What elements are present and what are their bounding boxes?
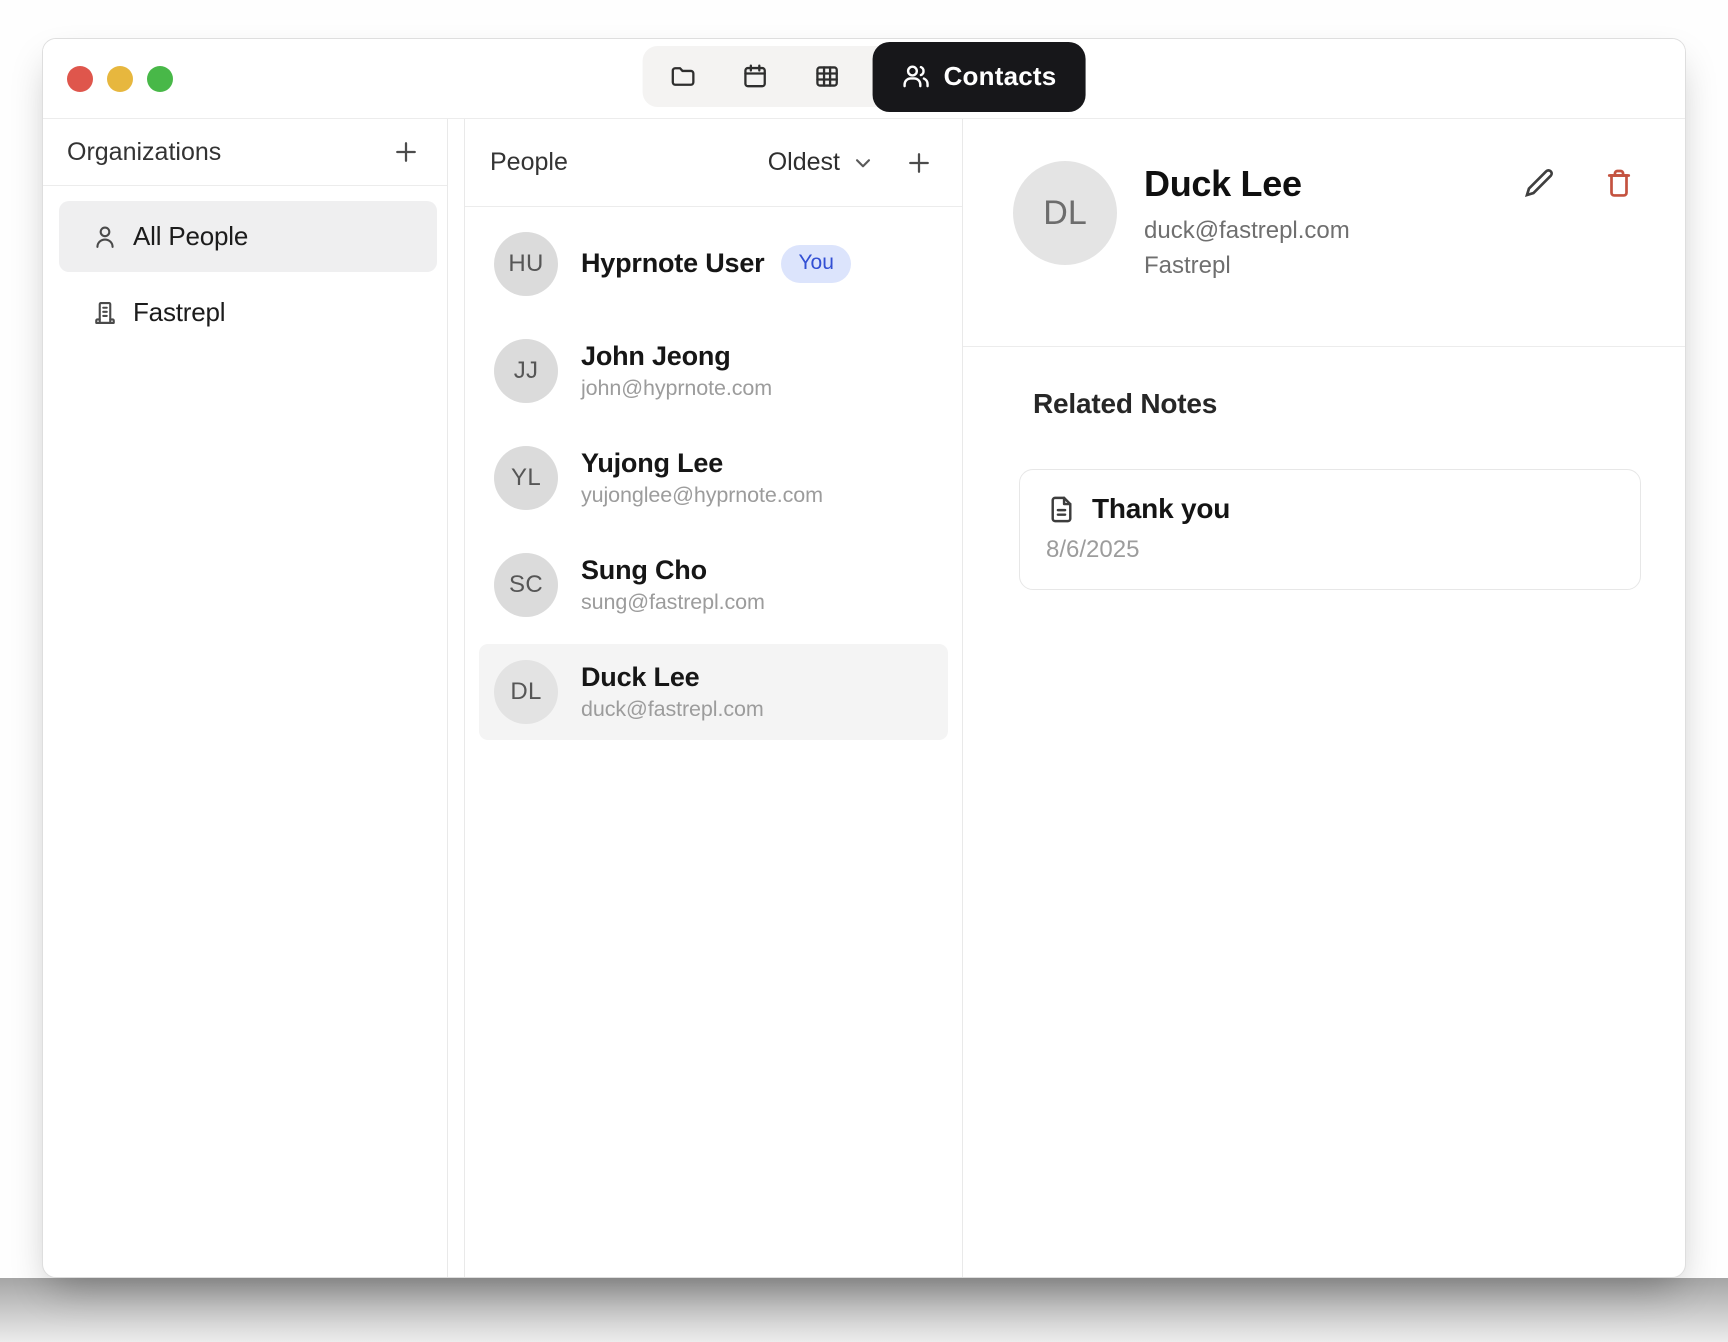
related-notes-title: Related Notes [1033, 388, 1633, 420]
tab-table[interactable] [791, 46, 863, 107]
delete-contact-button[interactable] [1601, 165, 1637, 201]
contact-email: duck@fastrepl.com [1144, 217, 1350, 245]
pencil-icon [1521, 165, 1557, 201]
view-switcher: Contacts [643, 46, 1086, 107]
person-email: yujonglee@hyprnote.com [581, 483, 823, 508]
sidebar-item-fastrepl[interactable]: Fastrepl [59, 277, 437, 348]
person-row-hyprnote-user[interactable]: HU Hyprnote User You [479, 216, 948, 312]
avatar: YL [494, 446, 558, 510]
tab-contacts-label: Contacts [944, 61, 1057, 92]
contact-detail-header: DL Duck Lee duck@fastrepl.com Fastrepl [963, 119, 1685, 347]
calendar-icon [740, 62, 769, 91]
note-card[interactable]: Thank you 8/6/2025 [1019, 469, 1641, 590]
person-row-yujong-lee[interactable]: YL Yujong Lee yujonglee@hyprnote.com [479, 430, 948, 526]
contact-organization: Fastrepl [1144, 252, 1350, 280]
organizations-list: All People Fastrepl [43, 186, 447, 348]
person-name: Sung Cho [581, 555, 765, 586]
main-content: Organizations All People Fastrepl P [43, 119, 1685, 1277]
trash-icon [1601, 165, 1637, 201]
avatar: JJ [494, 339, 558, 403]
chevron-down-icon [850, 150, 876, 176]
add-person-button[interactable] [904, 148, 934, 178]
people-title: People [490, 148, 568, 177]
tab-calendar[interactable] [719, 46, 791, 107]
note-title: Thank you [1092, 493, 1230, 525]
person-email: sung@fastrepl.com [581, 590, 765, 615]
edit-contact-button[interactable] [1521, 165, 1557, 201]
people-list: HU Hyprnote User You JJ John Jeong john@… [465, 207, 962, 751]
sidebar-item-label: All People [133, 221, 248, 252]
organizations-title: Organizations [67, 138, 221, 167]
people-icon [902, 62, 931, 91]
zoom-window-button[interactable] [147, 66, 173, 92]
sidebar-item-label: Fastrepl [133, 297, 225, 328]
person-name: John Jeong [581, 341, 772, 372]
people-header: People Oldest [465, 119, 962, 207]
panel-divider-gap [448, 119, 464, 1277]
person-name: Yujong Lee [581, 448, 823, 479]
building-icon [91, 299, 119, 327]
plus-icon [391, 137, 421, 167]
tab-files[interactable] [647, 46, 719, 107]
avatar: SC [494, 553, 558, 617]
app-window: Contacts Organizations All People Fastre… [42, 38, 1686, 1278]
minimize-window-button[interactable] [107, 66, 133, 92]
person-name: Hyprnote User [581, 248, 764, 279]
person-name: Duck Lee [581, 662, 764, 693]
you-badge: You [781, 245, 850, 283]
desktop-gradient [0, 1278, 1728, 1342]
person-icon [91, 223, 119, 251]
related-notes-section: Related Notes Thank you 8/6/2025 [963, 347, 1685, 590]
note-icon [1046, 494, 1077, 525]
plus-icon [904, 148, 934, 178]
person-email: duck@fastrepl.com [581, 697, 764, 722]
traffic-lights [67, 66, 173, 92]
avatar: DL [494, 660, 558, 724]
person-email: john@hyprnote.com [581, 376, 772, 401]
add-organization-button[interactable] [391, 137, 421, 167]
table-icon [812, 62, 841, 91]
sort-label: Oldest [768, 148, 840, 177]
note-date: 8/6/2025 [1046, 536, 1614, 564]
contact-detail-panel: DL Duck Lee duck@fastrepl.com Fastrepl R… [963, 119, 1685, 1277]
avatar: HU [494, 232, 558, 296]
sort-dropdown[interactable]: Oldest [768, 148, 876, 177]
person-row-sung-cho[interactable]: SC Sung Cho sung@fastrepl.com [479, 537, 948, 633]
contact-avatar: DL [1013, 161, 1117, 265]
folder-icon [668, 62, 697, 91]
person-row-john-jeong[interactable]: JJ John Jeong john@hyprnote.com [479, 323, 948, 419]
sidebar-item-all-people[interactable]: All People [59, 201, 437, 272]
tab-contacts[interactable]: Contacts [873, 42, 1086, 112]
close-window-button[interactable] [67, 66, 93, 92]
people-panel: People Oldest HU Hyprnote U [464, 119, 963, 1277]
titlebar: Contacts [43, 39, 1685, 119]
contact-name: Duck Lee [1144, 163, 1350, 205]
person-row-duck-lee[interactable]: DL Duck Lee duck@fastrepl.com [479, 644, 948, 740]
organizations-sidebar: Organizations All People Fastrepl [43, 119, 448, 1277]
organizations-header: Organizations [43, 119, 447, 186]
